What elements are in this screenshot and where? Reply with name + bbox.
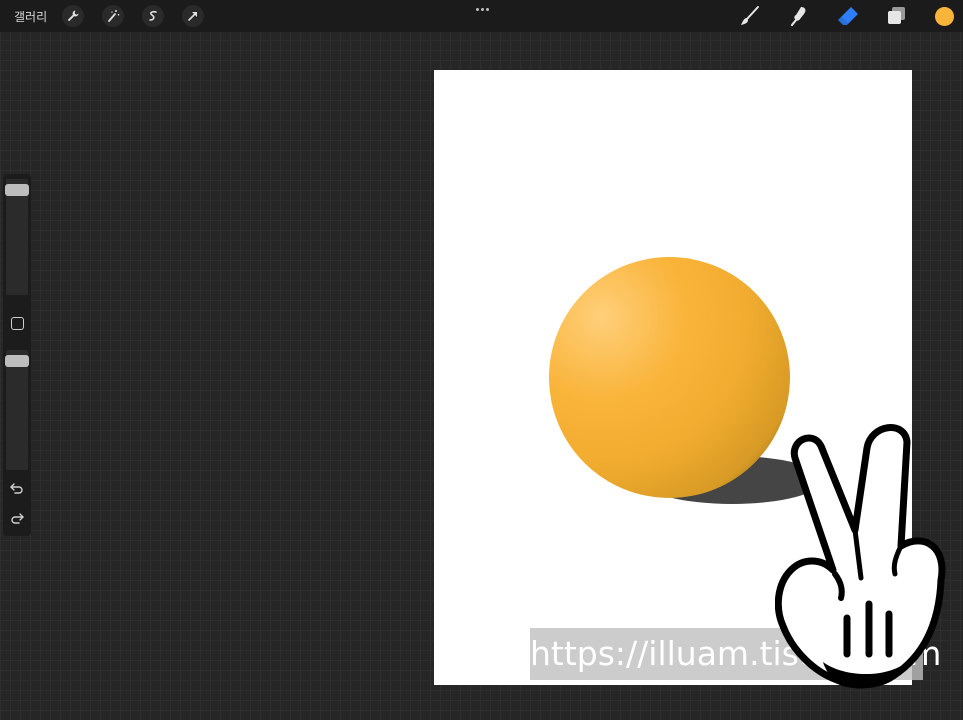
- wrench-icon: [67, 10, 79, 22]
- transform-arrow-icon: [188, 12, 197, 21]
- magic-wand-icon: [108, 10, 120, 22]
- modify-square-icon[interactable]: [11, 317, 24, 330]
- actions-button[interactable]: [62, 5, 84, 27]
- redo-icon[interactable]: [9, 511, 25, 525]
- opacity-slider[interactable]: [6, 350, 28, 470]
- brush-icon[interactable]: [738, 4, 762, 28]
- two-finger-tap-hand-icon: [775, 424, 946, 689]
- orange-sphere: [549, 257, 790, 498]
- gallery-button[interactable]: 갤러리: [14, 8, 47, 25]
- left-sidebar: [3, 174, 31, 536]
- smudge-icon[interactable]: [787, 4, 811, 28]
- transform-button[interactable]: [182, 5, 204, 27]
- more-options-dots-icon[interactable]: [472, 2, 492, 16]
- top-toolbar: 갤러리: [0, 0, 963, 32]
- selection-icon: [149, 10, 157, 21]
- color-swatch[interactable]: [935, 7, 954, 26]
- opacity-slider-thumb[interactable]: [5, 355, 29, 368]
- eraser-icon[interactable]: [836, 4, 860, 28]
- adjustments-button[interactable]: [102, 5, 124, 27]
- selection-button[interactable]: [142, 5, 164, 27]
- brush-size-slider[interactable]: [6, 179, 28, 295]
- layers-icon[interactable]: [885, 4, 909, 28]
- brush-size-slider-thumb[interactable]: [5, 184, 29, 197]
- undo-icon[interactable]: [9, 481, 25, 495]
